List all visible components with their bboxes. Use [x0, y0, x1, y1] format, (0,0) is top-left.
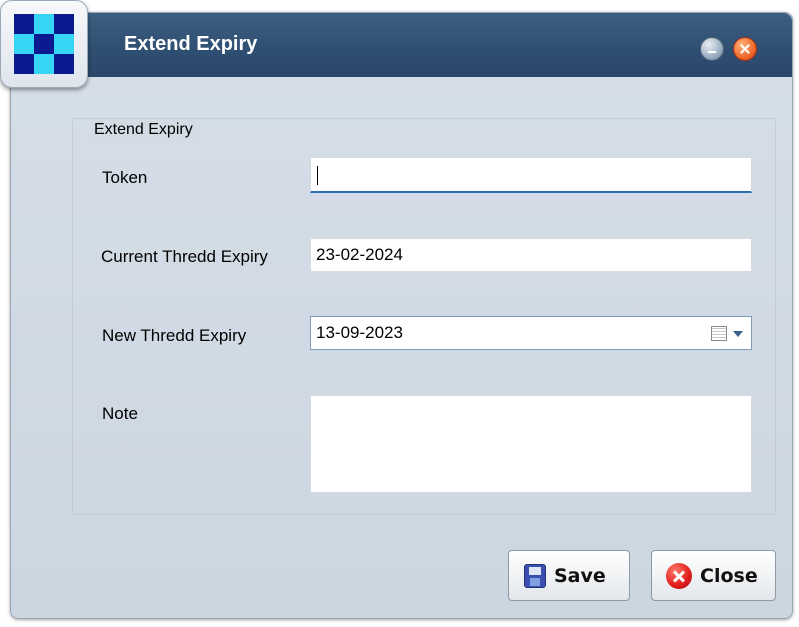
token-label: Token	[102, 168, 148, 187]
save-button-label: Save	[554, 564, 606, 587]
new-expiry-date-picker[interactable]: 13-09-2023	[310, 316, 752, 350]
save-button[interactable]: Save	[508, 550, 630, 601]
text-caret	[317, 166, 318, 185]
close-button[interactable]: Close	[651, 550, 776, 601]
close-button-label: Close	[700, 564, 758, 587]
new-expiry-label: New Thredd Expiry	[102, 326, 247, 345]
current-expiry-label: Current Thredd Expiry	[101, 247, 268, 266]
floppy-disk-icon	[524, 563, 546, 588]
red-x-circle-icon	[666, 562, 692, 589]
group-title: Extend Expiry	[92, 121, 195, 139]
title-bar[interactable]: Extend Expiry	[11, 13, 792, 77]
current-expiry-field: 23-02-2024	[310, 238, 752, 272]
token-input[interactable]	[310, 157, 752, 193]
new-expiry-value: 13-09-2023	[316, 323, 403, 342]
current-expiry-value: 23-02-2024	[316, 245, 403, 264]
minimize-icon[interactable]	[700, 37, 724, 61]
window-title: Extend Expiry	[124, 33, 258, 55]
checkerboard-app-icon	[14, 14, 74, 74]
chevron-down-icon[interactable]	[733, 331, 743, 337]
extend-expiry-dialog: Extend Expiry Extend Expiry Token Curren…	[10, 12, 793, 619]
calendar-icon[interactable]	[711, 326, 727, 341]
note-textarea[interactable]	[310, 395, 752, 493]
app-icon	[0, 0, 88, 88]
close-icon[interactable]	[733, 37, 757, 61]
note-label: Note	[102, 404, 138, 423]
